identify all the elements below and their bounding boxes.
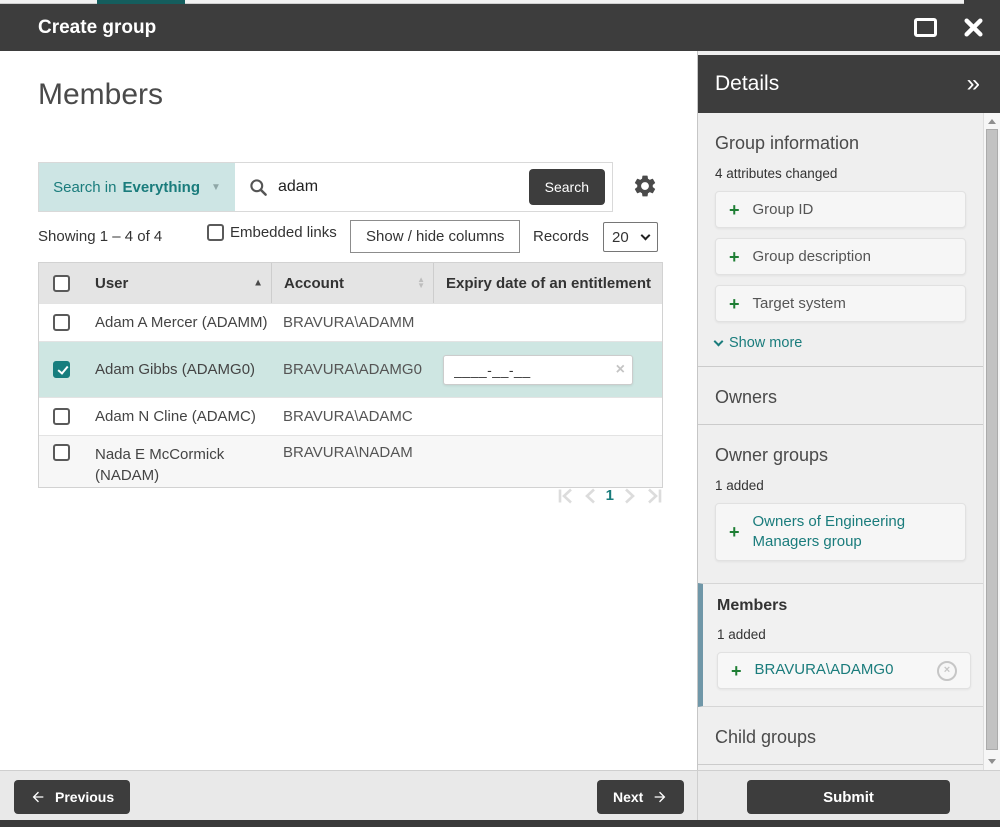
column-header-user[interactable]: User ▲ [83, 275, 271, 292]
showing-count: Showing 1 – 4 of 4 [38, 228, 162, 245]
table-row: Adam N Cline (ADAMC) BRAVURA\ADAMC [39, 397, 662, 435]
search-bar: Search in Everything ▼ Search [38, 162, 613, 212]
details-body: Group information 4 attributes changed +… [698, 113, 983, 770]
plus-icon: + [729, 295, 740, 313]
records-select[interactable]: 20 [603, 222, 658, 252]
page-title: Members [38, 78, 163, 112]
section-heading-owner-groups: Owner groups [715, 445, 966, 466]
records-label: Records [533, 228, 589, 245]
owner-groups-status: 1 added [715, 478, 966, 493]
sort-both-icon: ▲▼ [417, 277, 425, 289]
clear-icon[interactable]: × [616, 362, 625, 378]
table-row-selected: Adam Gibbs (ADAMG0) BRAVURA\ADAMG0 × [39, 341, 662, 397]
embedded-links-checkbox[interactable] [207, 224, 224, 241]
row-checkbox[interactable] [53, 361, 70, 378]
show-more-link[interactable]: Show more [715, 335, 802, 351]
section-heading-child-groups: Child groups [715, 727, 966, 748]
scroll-down-icon[interactable] [988, 759, 996, 764]
plus-icon: + [731, 662, 742, 680]
owner-group-link[interactable]: Owners of Engineering Managers group [753, 512, 938, 553]
table-row: Nada E McCormick (NADAM) BRAVURA\NADAM [39, 435, 662, 487]
table-header-row: User ▲ Account ▲▼ Expiry date of an enti… [39, 263, 662, 303]
next-page-icon[interactable] [624, 488, 636, 504]
divider [698, 366, 983, 367]
attribute-chip-group-id[interactable]: + Group ID [715, 191, 966, 228]
close-icon[interactable] [963, 17, 984, 38]
member-link[interactable]: BRAVURA\ADAMG0 [755, 660, 894, 680]
member-chip: + BRAVURA\ADAMG0 × [717, 652, 971, 689]
dialog-footer: Previous Next Submit [0, 770, 1000, 820]
attribute-chip-group-description[interactable]: + Group description [715, 238, 966, 275]
search-button[interactable]: Search [529, 169, 605, 205]
search-icon [249, 178, 268, 197]
gear-icon[interactable] [630, 172, 660, 202]
chevron-down-icon: ▼ [211, 182, 221, 193]
row-checkbox[interactable] [53, 444, 70, 461]
divider [698, 424, 983, 425]
table-row: Adam A Mercer (ADAMM) BRAVURA\ADAMM [39, 303, 662, 341]
scroll-up-icon[interactable] [988, 119, 996, 124]
column-header-account[interactable]: Account ▲▼ [271, 263, 433, 303]
footer-divider [697, 771, 698, 820]
submit-button[interactable]: Submit [747, 780, 950, 814]
select-all-checkbox[interactable] [53, 275, 70, 292]
details-header: Details » [698, 55, 1000, 113]
previous-page-icon[interactable] [584, 488, 596, 504]
next-button[interactable]: Next [597, 780, 684, 814]
column-header-expiry: Expiry date of an entitlement [433, 263, 662, 303]
maximize-icon[interactable] [914, 18, 937, 37]
collapse-panel-icon[interactable]: » [967, 72, 980, 96]
embedded-links-label[interactable]: Embedded links [230, 224, 337, 241]
last-page-icon[interactable] [646, 488, 663, 504]
row-checkbox[interactable] [53, 314, 70, 331]
sidebar-scrollbar [983, 113, 1000, 770]
remove-member-icon[interactable]: × [937, 661, 957, 681]
search-scope-value: Everything [122, 179, 200, 196]
plus-icon: + [729, 201, 740, 219]
members-table: User ▲ Account ▲▼ Expiry date of an enti… [38, 262, 663, 488]
bottom-page-strip [0, 820, 1000, 827]
scrollbar-thumb[interactable] [986, 129, 998, 750]
expiry-date-input[interactable] [443, 355, 633, 385]
search-scope-dropdown[interactable]: Search in Everything ▼ [39, 163, 235, 211]
plus-icon: + [729, 248, 740, 266]
section-heading-members: Members [717, 597, 966, 615]
search-input[interactable] [278, 178, 529, 196]
row-checkbox[interactable] [53, 408, 70, 425]
divider [698, 764, 983, 765]
chevron-down-icon [641, 230, 651, 240]
pagination: 1 [38, 487, 663, 504]
first-page-icon[interactable] [557, 488, 574, 504]
section-heading-group-information: Group information [715, 133, 966, 154]
records-value: 20 [612, 229, 629, 246]
embedded-links-control: Embedded links [207, 224, 337, 241]
plus-icon: + [729, 523, 740, 541]
show-hide-columns-button[interactable]: Show / hide columns [350, 220, 520, 253]
page-number[interactable]: 1 [606, 487, 614, 504]
members-status: 1 added [717, 627, 966, 642]
members-section-highlighted: Members 1 added + BRAVURA\ADAMG0 × [698, 583, 983, 707]
chevron-down-icon [714, 336, 724, 346]
dialog-titlebar: Create group [0, 4, 1000, 51]
dialog-title: Create group [38, 17, 156, 39]
attribute-chip-target-system[interactable]: + Target system [715, 285, 966, 322]
previous-button[interactable]: Previous [14, 780, 130, 814]
group-information-status: 4 attributes changed [715, 166, 966, 181]
create-group-dialog: Create group Members Search in Everythin… [0, 0, 1000, 827]
search-scope-prefix: Search in [53, 179, 116, 196]
sort-ascending-icon: ▲ [253, 278, 263, 289]
details-panel: Details » Group information 4 attributes… [697, 51, 1000, 770]
search-input-wrap [235, 163, 529, 211]
details-title: Details [715, 72, 779, 96]
section-heading-owners: Owners [715, 387, 966, 408]
owner-group-chip[interactable]: + Owners of Engineering Managers group [715, 503, 966, 561]
